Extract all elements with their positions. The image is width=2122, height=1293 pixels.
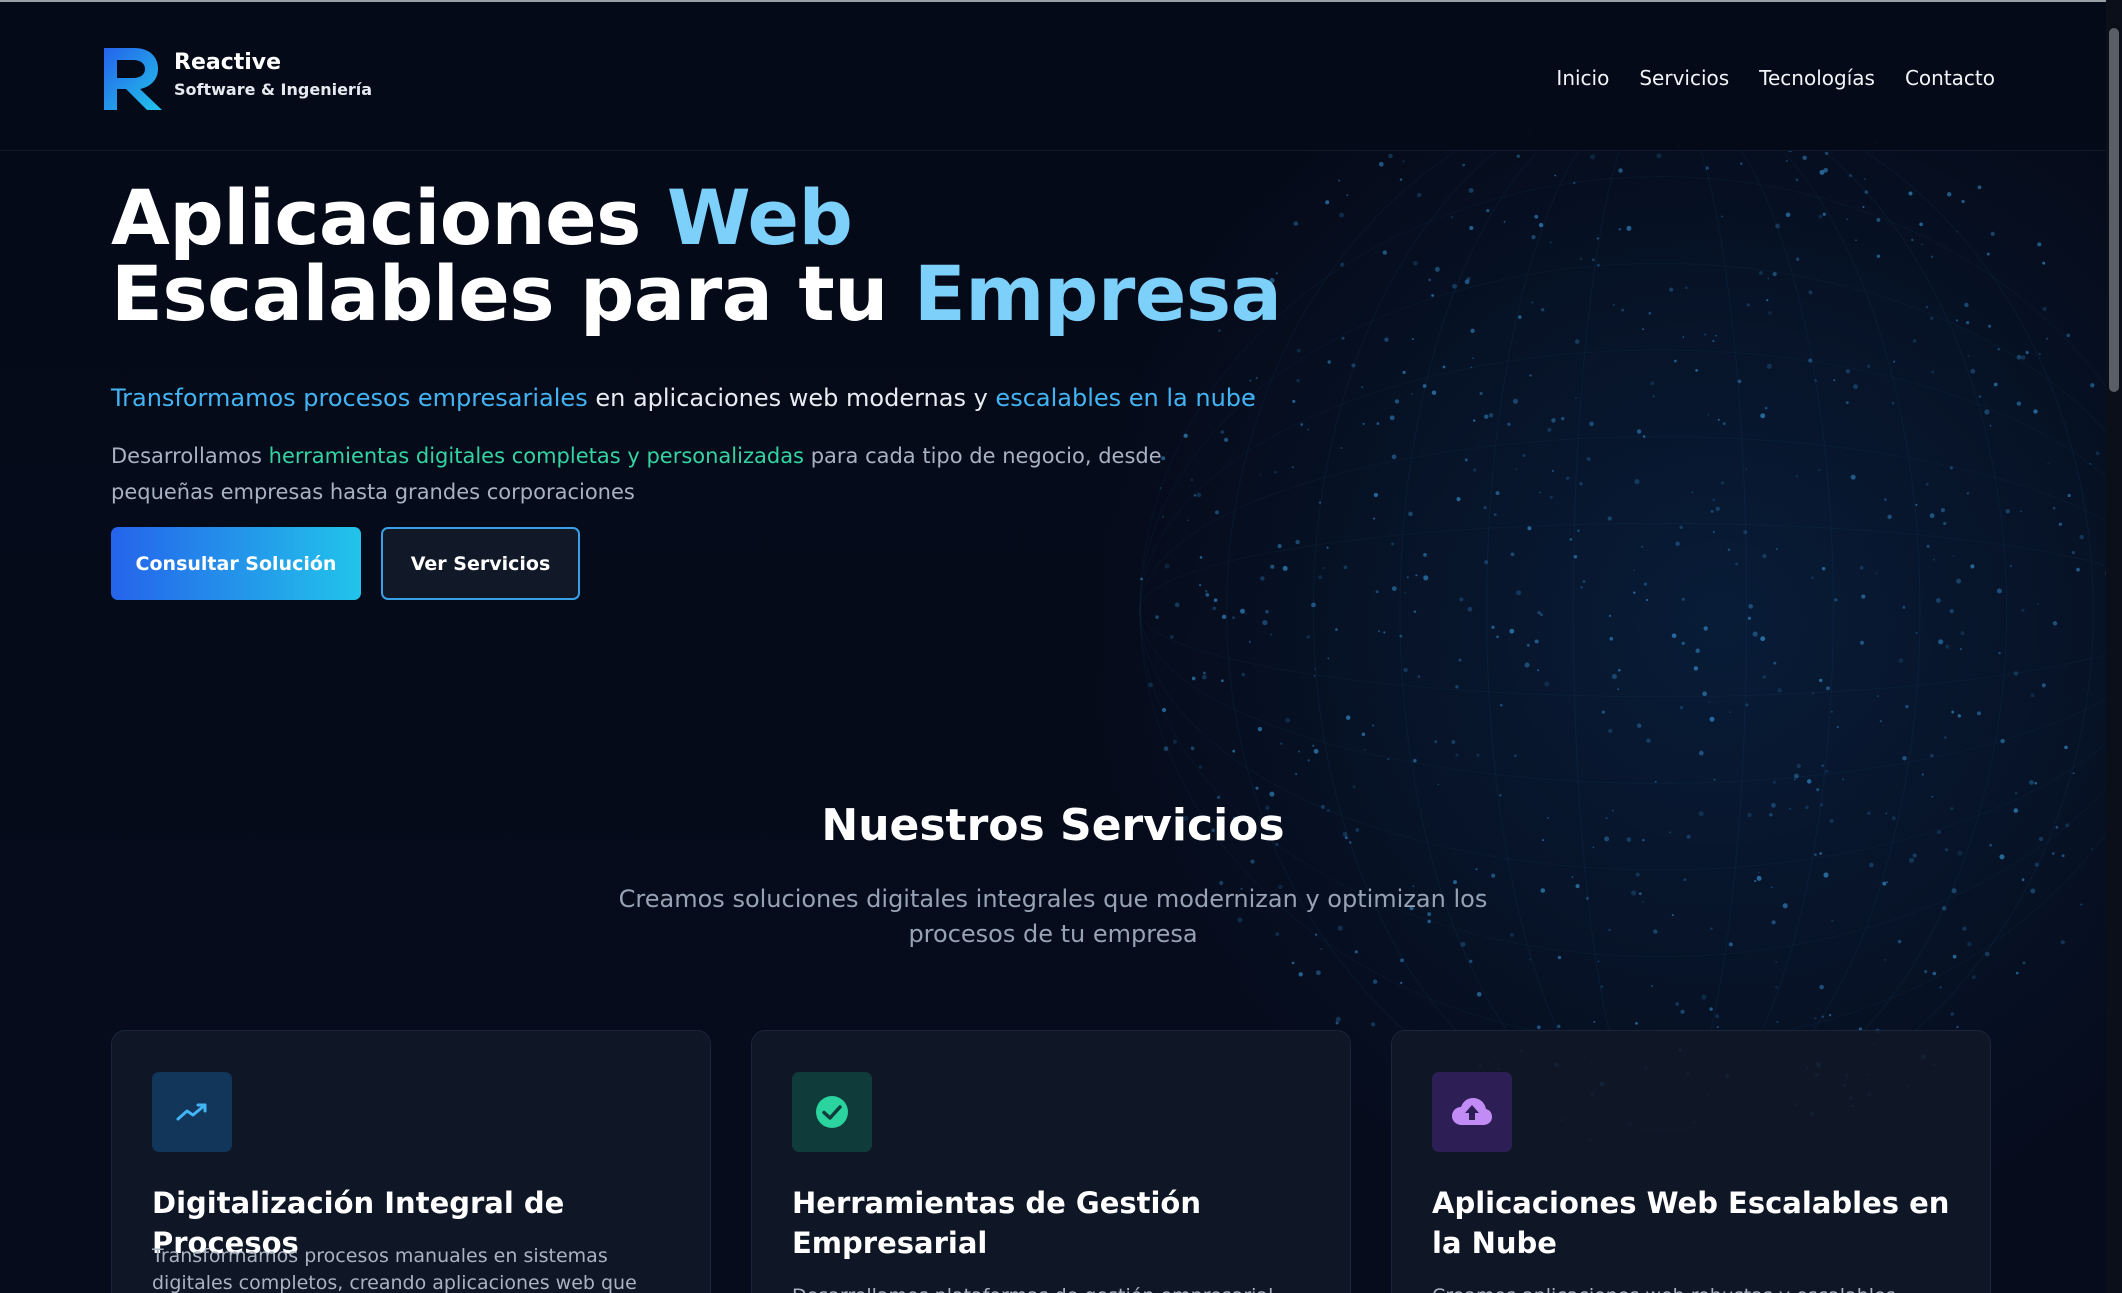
consultar-solucion-button[interactable]: Consultar Solución bbox=[111, 527, 361, 600]
hero-description-text-1: Desarrollamos bbox=[111, 444, 269, 468]
nav-link-inicio[interactable]: Inicio bbox=[1556, 66, 1609, 90]
service-card-digitalizacion[interactable]: Digitalización Integral de Procesos Tran… bbox=[111, 1030, 711, 1293]
services-title: Nuestros Servicios bbox=[821, 800, 1285, 851]
site-header: Reactive Software & Ingeniería Inicio Se… bbox=[0, 2, 2106, 151]
check-circle-icon bbox=[792, 1072, 872, 1152]
service-card-description: Transformamos procesos manuales en siste… bbox=[152, 1245, 637, 1293]
main-nav: Inicio Servicios Tecnologías Contacto bbox=[1556, 66, 1995, 90]
hero-title: Aplicaciones Web Escalables para tu Empr… bbox=[111, 180, 1311, 332]
brand-name: Reactive bbox=[174, 50, 282, 75]
service-card-title: Aplicaciones Web Escalables en la Nube bbox=[1432, 1186, 1950, 1260]
page: Reactive Software & Ingeniería Inicio Se… bbox=[0, 0, 2122, 1293]
hero-title-line2-text: Escalables para tu bbox=[111, 249, 914, 338]
services-subtitle: Creamos soluciones digitales integrales … bbox=[618, 885, 1488, 948]
hero-subtitle-highlight-2: escalables en la nube bbox=[995, 384, 1256, 412]
nav-link-servicios[interactable]: Servicios bbox=[1639, 66, 1729, 90]
hero-title-accent-empresa: Empresa bbox=[913, 249, 1282, 338]
nav-link-tecnologias[interactable]: Tecnologías bbox=[1759, 66, 1875, 90]
cloud-upload-icon bbox=[1432, 1072, 1512, 1152]
reactive-logo-icon[interactable] bbox=[100, 44, 164, 112]
page-scrollbar[interactable] bbox=[2106, 0, 2122, 1293]
hero-description-highlight: herramientas digitales completas y perso… bbox=[268, 444, 805, 468]
service-card-title: Herramientas de Gestión Empresarial bbox=[792, 1186, 1202, 1260]
hero-description: Desarrollamos herramientas digitales com… bbox=[111, 438, 1241, 510]
hero-subtitle-highlight-1: Transformamos procesos empresariales bbox=[111, 384, 588, 412]
service-card-description: Creamos aplicaciones web robustas y esca… bbox=[1432, 1283, 1952, 1293]
nav-link-contacto[interactable]: Contacto bbox=[1905, 66, 1995, 90]
hero-subtitle-text: en aplicaciones web modernas y bbox=[587, 384, 996, 412]
service-card-nube[interactable]: Aplicaciones Web Escalables en la Nube C… bbox=[1391, 1030, 1991, 1293]
scrollbar-thumb[interactable] bbox=[2109, 28, 2119, 392]
brand-tagline: Software & Ingeniería bbox=[174, 80, 373, 99]
trending-up-icon bbox=[152, 1072, 232, 1152]
ver-servicios-button[interactable]: Ver Servicios bbox=[381, 527, 580, 600]
hero-subtitle: Transformamos procesos empresariales en … bbox=[111, 384, 1411, 412]
service-card-gestion[interactable]: Herramientas de Gestión Empresarial Desa… bbox=[751, 1030, 1351, 1293]
service-card-description: Desarrollamos plataformas de gestión emp… bbox=[792, 1283, 1312, 1293]
